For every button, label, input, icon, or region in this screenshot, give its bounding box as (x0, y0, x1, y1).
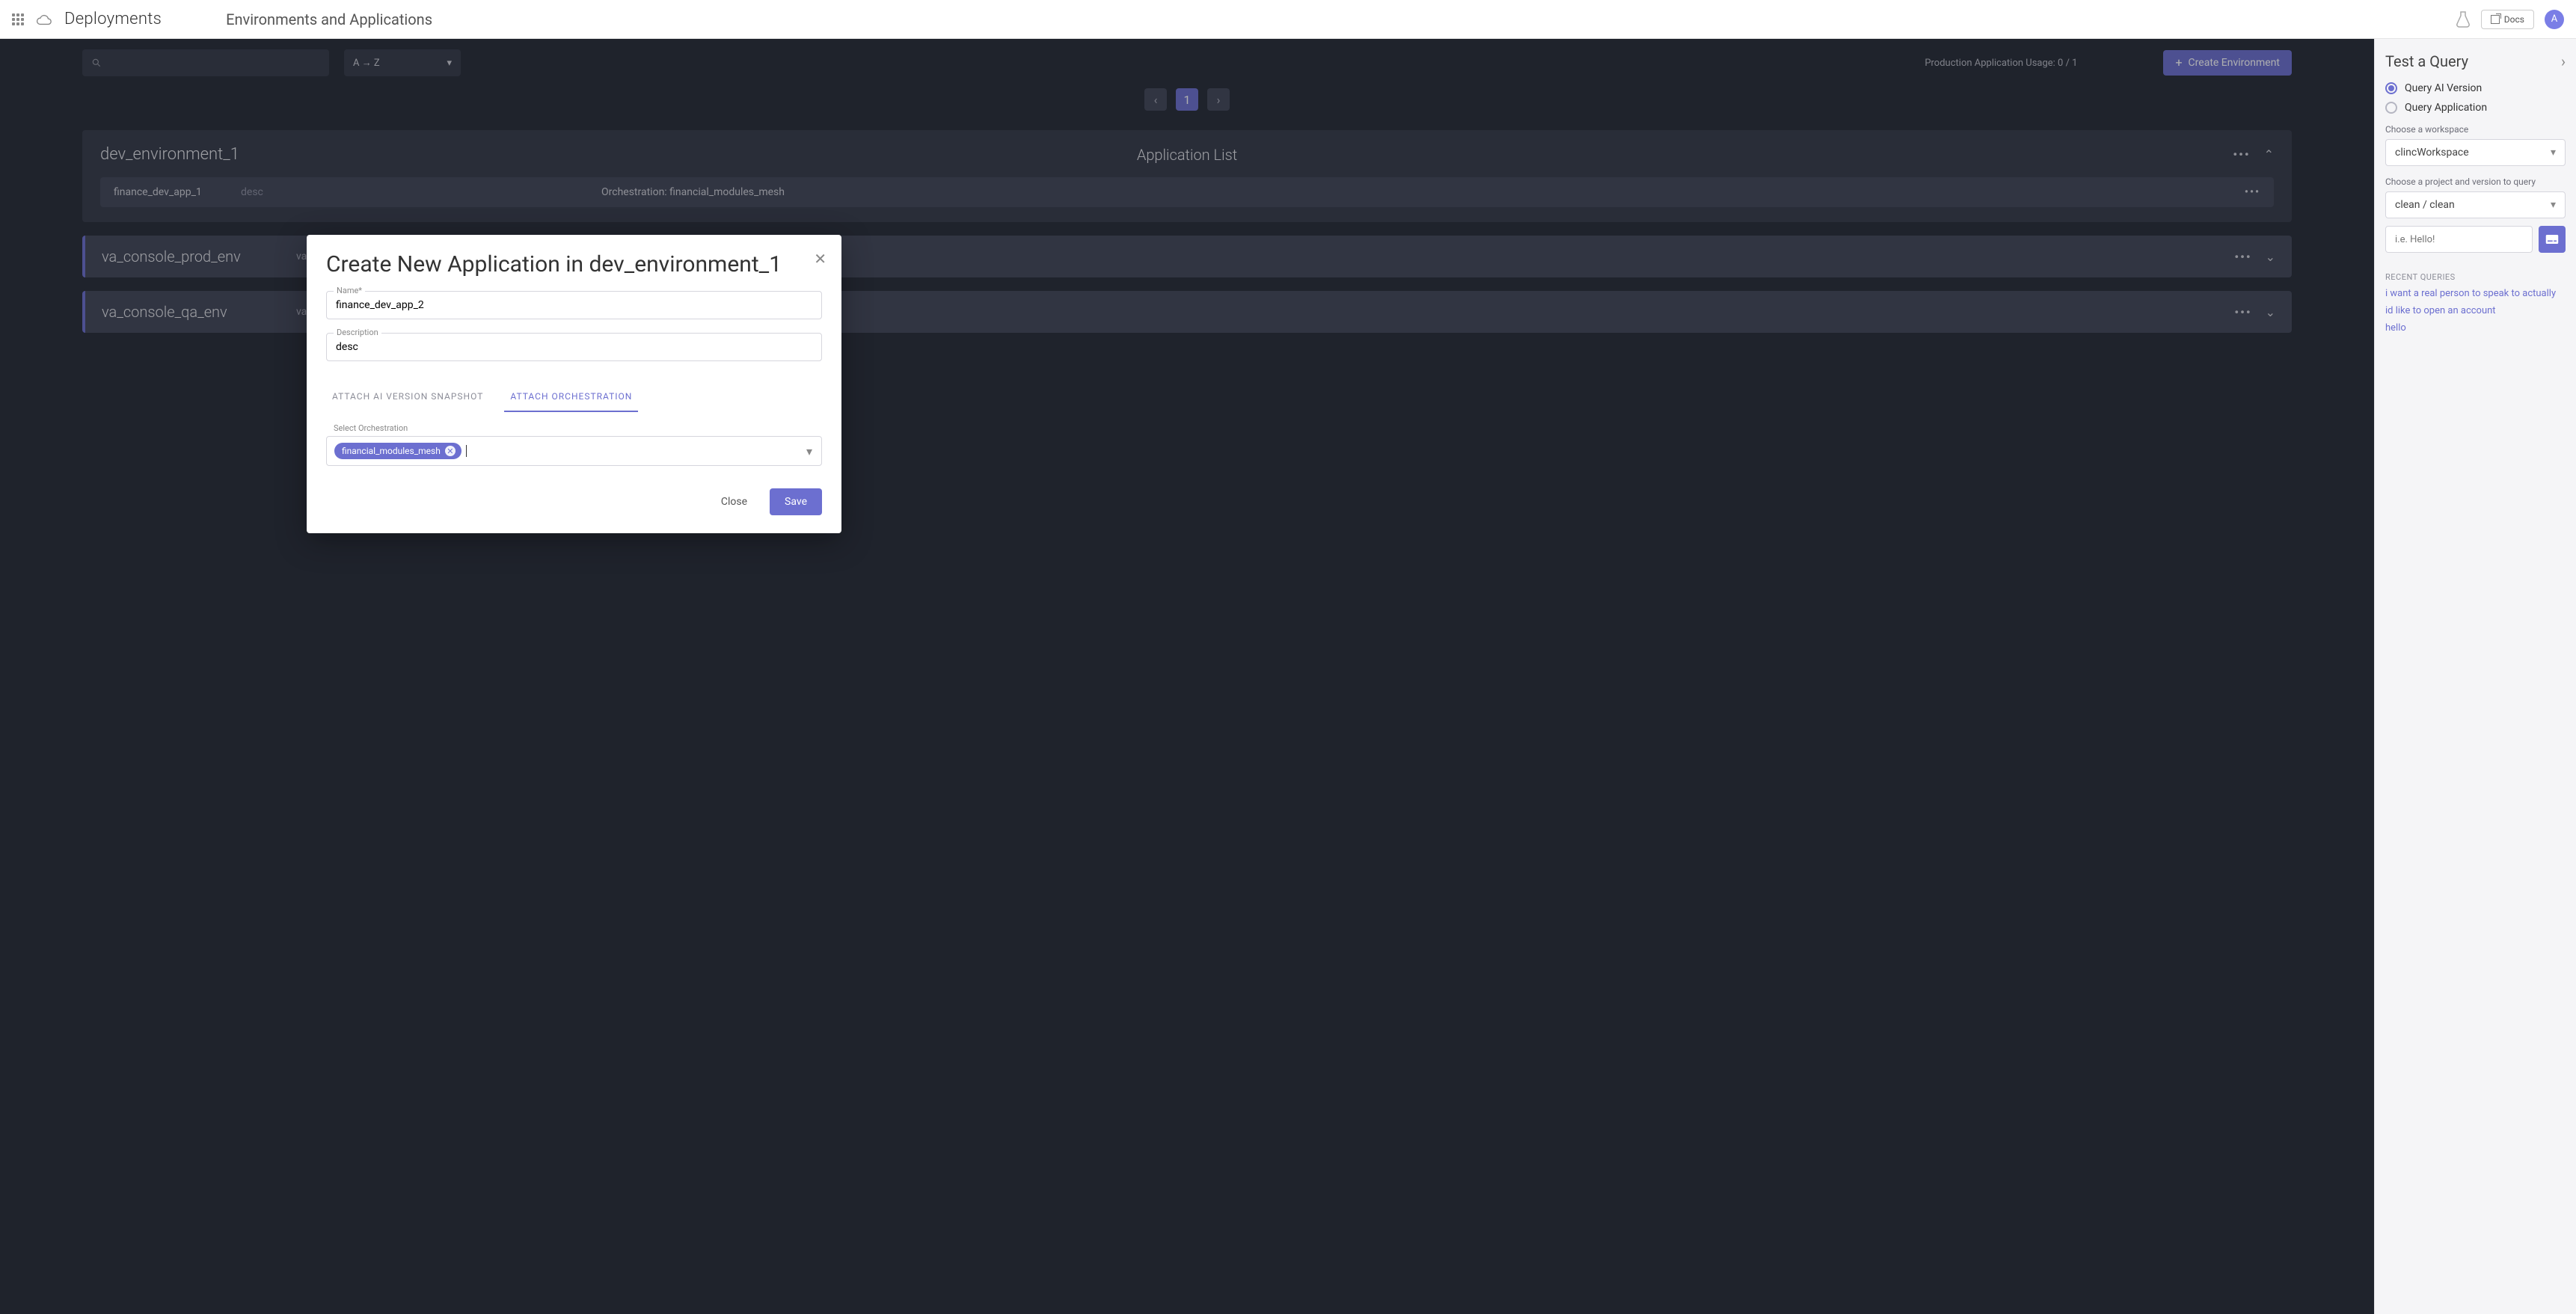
radio-checked-icon (2385, 82, 2397, 94)
modal-title: Create New Application in dev_environmen… (326, 251, 822, 277)
recent-queries-header: RECENT QUERIES (2385, 272, 2566, 282)
name-field-label: Name* (334, 286, 365, 295)
workspace-value: clincWorkspace (2395, 147, 2469, 159)
brand-title: Deployments (64, 10, 162, 28)
orchestration-chip: financial_modules_mesh ✕ (334, 443, 461, 459)
recent-query-item[interactable]: id like to open an account (2385, 305, 2566, 316)
send-query-button[interactable] (2539, 226, 2566, 253)
test-query-title: Test a Query (2385, 52, 2468, 70)
experiment-icon[interactable] (2456, 11, 2471, 28)
panel-collapse-icon[interactable]: › (2561, 52, 2566, 70)
radio-query-application[interactable]: Query Application (2385, 102, 2566, 114)
modal-close-button[interactable]: ✕ (814, 250, 827, 268)
radio-query-ai-version[interactable]: Query AI Version (2385, 82, 2566, 94)
chevron-down-icon: ▾ (806, 444, 812, 458)
workspace-label: Choose a workspace (2385, 124, 2566, 135)
select-orchestration-label: Select Orchestration (334, 423, 822, 433)
project-select[interactable]: clean / clean ▾ (2385, 191, 2566, 218)
user-avatar[interactable]: A (2545, 10, 2564, 29)
create-application-modal: ✕ Create New Application in dev_environm… (307, 235, 841, 533)
modal-save-button[interactable]: Save (770, 488, 822, 515)
modal-scrim[interactable] (0, 39, 2374, 1314)
tab-attach-snapshot[interactable]: ATTACH AI VERSION SNAPSHOT (326, 382, 489, 412)
recent-query-item[interactable]: i want a real person to speak to actuall… (2385, 288, 2566, 299)
name-input[interactable] (326, 291, 822, 319)
chip-label: financial_modules_mesh (342, 446, 441, 456)
chevron-down-icon: ▾ (2551, 199, 2556, 211)
external-link-icon (2491, 15, 2500, 24)
modal-close-text-button[interactable]: Close (709, 488, 759, 515)
description-input[interactable] (326, 333, 822, 361)
project-label: Choose a project and version to query (2385, 176, 2566, 187)
docs-button[interactable]: Docs (2481, 10, 2534, 29)
test-query-panel: Test a Query › Query AI Version Query Ap… (2374, 39, 2576, 1314)
docs-label: Docs (2504, 14, 2524, 25)
topbar: Deployments Environments and Application… (0, 0, 2576, 39)
tab-attach-orchestration[interactable]: ATTACH ORCHESTRATION (504, 382, 638, 412)
text-cursor (466, 445, 467, 457)
project-value: clean / clean (2395, 199, 2455, 211)
apps-grid-icon[interactable] (12, 13, 24, 25)
description-field-label: Description (334, 328, 381, 337)
radio-label: Query Application (2405, 102, 2487, 114)
cloud-icon (36, 13, 52, 25)
radio-unchecked-icon (2385, 102, 2397, 114)
subtitles-icon (2545, 234, 2559, 245)
chip-remove-icon[interactable]: ✕ (445, 446, 456, 456)
recent-query-item[interactable]: hello (2385, 322, 2566, 334)
query-input[interactable] (2385, 226, 2533, 253)
orchestration-multiselect[interactable]: financial_modules_mesh ✕ ▾ (326, 436, 822, 466)
page-subtitle: Environments and Applications (226, 10, 432, 28)
chevron-down-icon: ▾ (2551, 147, 2556, 159)
workspace-select[interactable]: clincWorkspace ▾ (2385, 139, 2566, 166)
radio-label: Query AI Version (2405, 82, 2482, 94)
